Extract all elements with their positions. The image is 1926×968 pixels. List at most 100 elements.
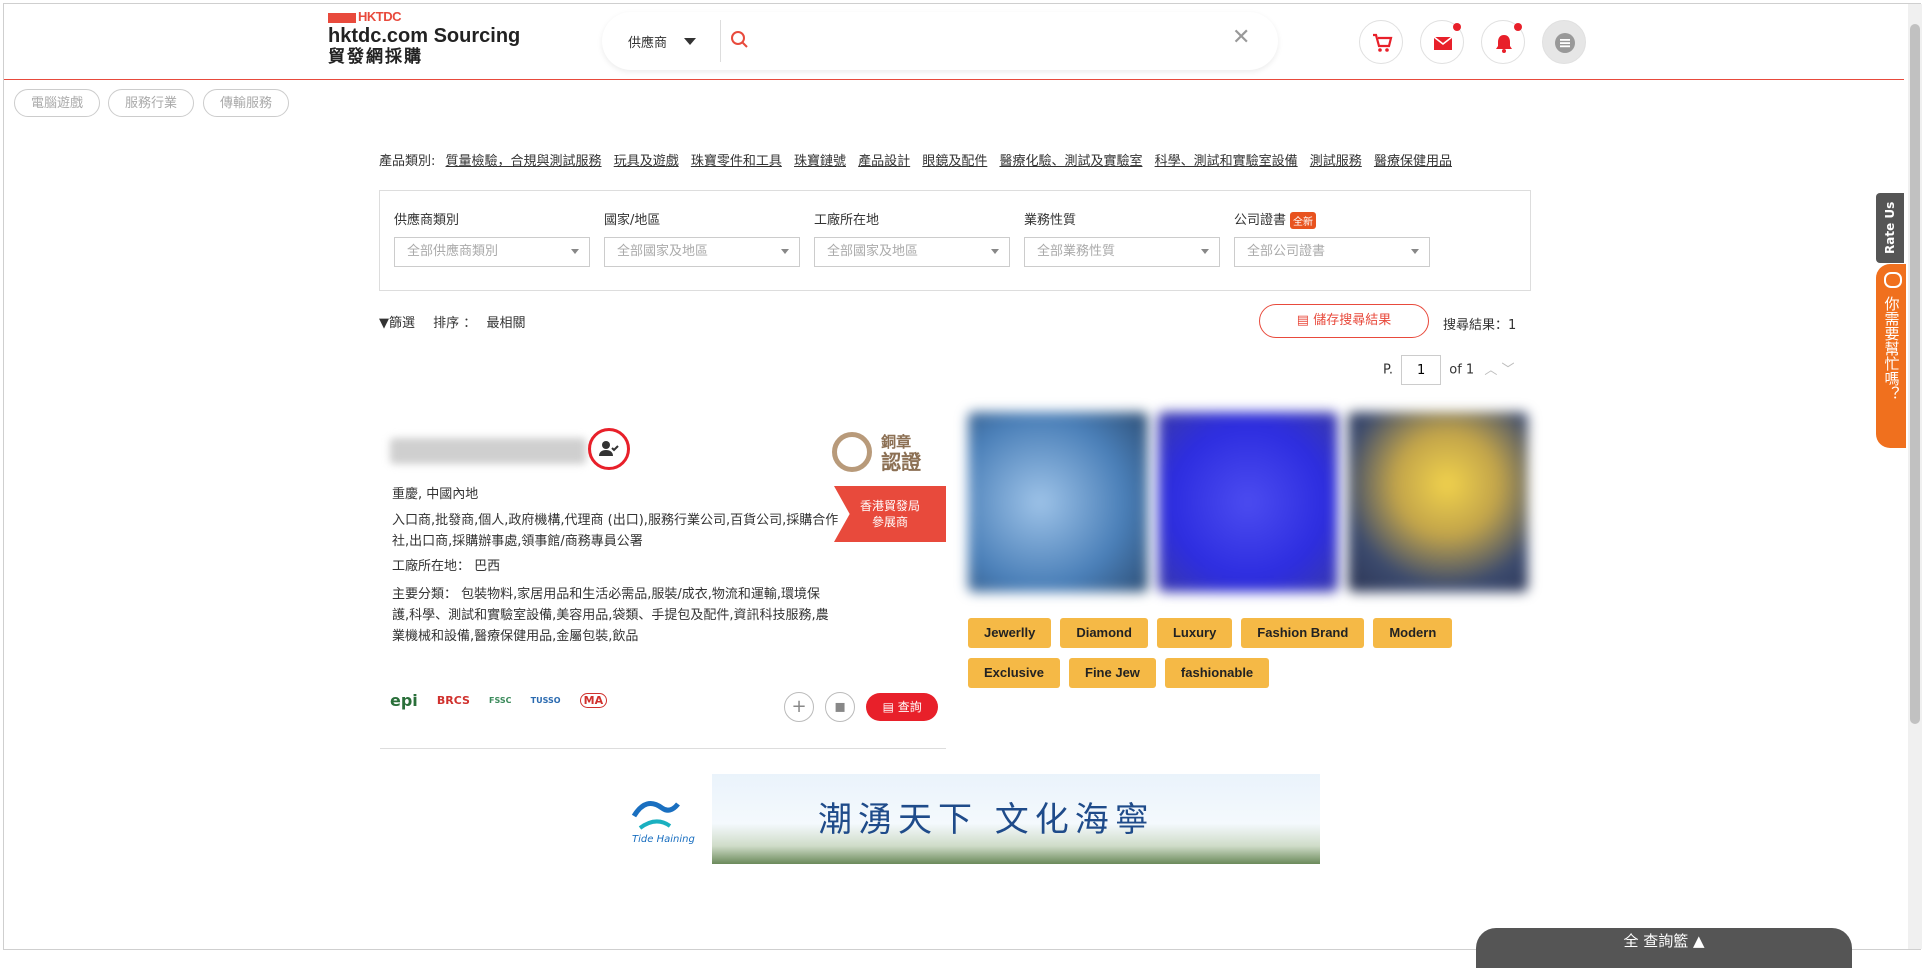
rate-us-tab[interactable]: Rate Us [1876,193,1904,263]
filter-select[interactable]: 全部業務性質 [1024,237,1220,267]
help-tab[interactable]: 你需要幫忙嗎？ [1876,264,1906,448]
filter-toggle-label: 篩選 [389,316,416,331]
bell-icon [1496,35,1512,53]
caret-down-icon [1411,249,1419,254]
chevron-up-icon[interactable]: ︿ [1484,363,1497,378]
chevron-down-icon[interactable]: ﹀ [1501,363,1514,378]
cart-icon [1373,33,1393,52]
help-text: 你需要幫忙嗎？ [1882,296,1901,401]
ad-banner[interactable]: Tide Haining 潮湧天下 文化海寧 [626,774,1320,864]
filter-label: 工廠所在地 [814,213,880,228]
scrollbar-thumb[interactable] [1910,24,1920,724]
verified-user-badge[interactable] [588,428,630,470]
supplier-name-blurred[interactable] [390,438,586,464]
product-image[interactable] [1348,412,1528,592]
filter-country: 國家/地區 全部國家及地區 [604,209,800,267]
inquire-button[interactable]: ▤ 查詢 [866,693,939,721]
bronze-line1: 銅章 [881,433,912,451]
category-link[interactable]: 科學、測試和實驗室設備 [1155,154,1298,169]
tag-chip[interactable]: Luxury [1156,618,1233,648]
pill-tag[interactable]: 電腦遊戲 [14,89,100,117]
tag-chip[interactable]: fashionable [1164,658,1270,688]
cert-logo: TUSSO [530,696,561,705]
certification-logos: epi BRCS FSSC TUSSO MA [390,690,621,710]
user-check-icon [599,441,619,456]
bronze-certified-badge: 銅章 認證 [832,432,921,472]
brand-title: hktdc.com Sourcing [328,25,521,47]
site-logo[interactable]: HKTDC hktdc.com Sourcing 貿發網採購 [328,10,520,67]
chevron-down-icon[interactable] [684,38,696,45]
category-link[interactable]: 眼鏡及配件 [922,154,987,169]
caret-down-icon [991,249,999,254]
save-icon: ▤ [1296,313,1310,328]
filter-value: 全部國家及地區 [617,244,709,259]
search-input[interactable] [760,29,1214,53]
banner-logo-text: Tide Haining [632,834,695,845]
tag-chip[interactable]: Jewerlly [968,618,1052,648]
supplier-card: 銅章 認證 香港貿發局 參展商 重慶, 中國內地 入口商,批發商,個人,政府機構,… [380,410,946,749]
filter-label: 供應商類別 [394,213,460,228]
save-search-button[interactable]: ▤ 儲存搜尋結果 [1259,304,1429,338]
inquire-label: 查詢 [897,700,922,714]
category-link[interactable]: 產品設計 [858,154,910,169]
pill-tag[interactable]: 服務行業 [108,89,194,117]
category-link[interactable]: 質量檢驗，合規與測試服務 [446,154,602,169]
wave-icon [631,801,680,830]
sort-select[interactable]: 最相關 [486,316,525,331]
search-category-select[interactable]: 供應商 [628,32,667,51]
scrollbar[interactable] [1908,4,1922,949]
ribbon-line2: 參展商 [871,515,908,529]
cert-logo: FSSC [489,696,512,705]
category-link[interactable]: 珠寶鏈號 [794,154,846,169]
hktdc-mark: HKTDC [328,10,520,23]
inquiry-basket-tab[interactable]: 全 查詢籃 ▲ [1476,928,1852,968]
page-input[interactable] [1401,355,1442,385]
chat-icon[interactable]: ▪ [825,692,856,722]
notification-button[interactable] [1481,20,1525,64]
category-link[interactable]: 珠寶零件和工具 [691,154,782,169]
bronze-medal-icon [832,432,872,472]
supplier-factory-location: 工廠所在地： 巴西 [392,559,501,574]
mail-button[interactable] [1420,20,1464,64]
results-toolbar: ▼篩選 排序 ： 最相關 [379,312,525,331]
hamburger-icon [1555,33,1575,53]
banner-panorama: 潮湧天下 文化海寧 [712,774,1320,864]
save-search-label: 儲存搜尋結果 [1313,313,1392,328]
tag-chip[interactable]: Exclusive [968,658,1060,688]
chat-bubble-icon [1884,272,1902,288]
category-link[interactable]: 玩具及遊戲 [614,154,679,169]
product-image[interactable] [968,412,1148,592]
category-link[interactable]: 醫療保健用品 [1374,154,1452,169]
tag-chip[interactable]: Fine Jew [1069,658,1156,688]
search-icon[interactable] [730,30,750,50]
category-label: 產品類別: [379,154,436,169]
close-icon[interactable]: ✕ [1232,25,1250,50]
filter-select[interactable]: 全部供應商類別 [394,237,590,267]
supplier-main-categories: 主要分類： 包裝物料,家居用品和生活必需品,服裝/成衣,物流和運輸,環境保護,科… [392,587,829,644]
pill-tag[interactable]: 傳輸服務 [203,89,289,117]
filter-select[interactable]: 全部國家及地區 [814,237,1010,267]
menu-button[interactable] [1542,20,1586,64]
filter-business-nature: 業務性質 全部業務性質 [1024,209,1220,267]
product-category-links: 產品類別: 質量檢驗，合規與測試服務 玩具及遊戲 珠寶零件和工具 珠寶鏈號 產品… [379,150,1460,169]
category-link[interactable]: 測試服務 [1310,154,1362,169]
bronze-line2: 認證 [881,450,922,474]
page-prefix: P. [1383,362,1393,378]
filter-toggle[interactable]: ▼篩選 [379,316,415,331]
filter-select[interactable]: 全部公司證書 [1234,237,1430,267]
product-tags: Jewerlly Diamond Luxury Fashion Brand Modern… [968,618,1528,698]
ribbon-line1: 香港貿發局 [859,499,920,513]
new-badge: 全新 [1290,212,1317,229]
bronze-text: 銅章 認證 [881,432,921,472]
tag-chip[interactable]: Modern [1373,618,1453,648]
category-link[interactable]: 醫療化驗、測試及實驗室 [999,154,1142,169]
tag-chip[interactable]: Diamond [1060,618,1148,648]
caret-down-icon [1201,249,1209,254]
cart-button[interactable] [1359,20,1403,64]
product-image[interactable] [1158,412,1338,592]
add-icon[interactable]: + [784,692,814,722]
tag-chip[interactable]: Fashion Brand [1241,618,1365,648]
filter-select[interactable]: 全部國家及地區 [604,237,800,267]
cert-logo: epi [390,691,418,710]
results-count: 搜尋結果：1 [1443,318,1517,333]
